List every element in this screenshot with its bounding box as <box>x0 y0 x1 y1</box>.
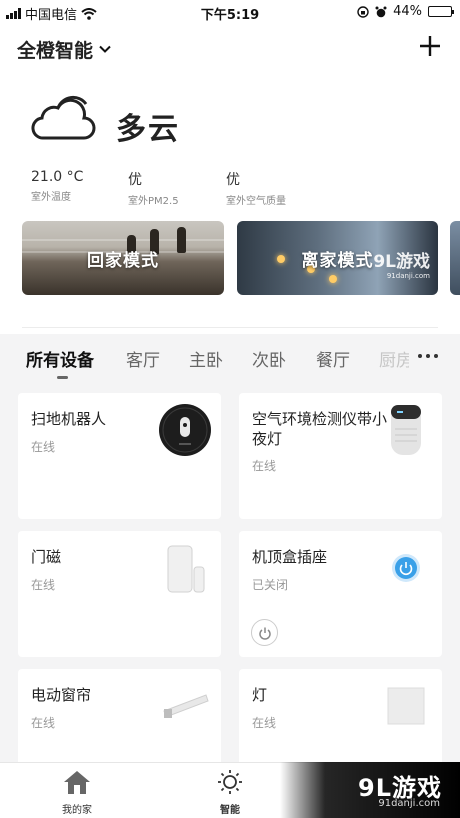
robot-vacuum-icon <box>159 404 211 456</box>
cloud-icon <box>31 95 96 140</box>
nav-smart[interactable]: 智能 <box>195 769 265 816</box>
home-header-section: 全橙智能 多云 21.0 °C 室外温度 优 室外PM2.5 优 室外空气质量 … <box>0 24 460 334</box>
smart-plug-icon <box>392 554 420 582</box>
weather-condition: 多云 <box>116 112 180 147</box>
scene-card-home[interactable]: 回家模式 <box>22 221 224 295</box>
home-selector[interactable]: 全橙智能 <box>17 36 111 63</box>
alarm-icon <box>375 6 387 17</box>
device-status: 在线 <box>31 578 56 592</box>
nav-label: 智能 <box>220 805 240 816</box>
device-status: 在线 <box>31 440 56 454</box>
device-card-air-monitor[interactable]: 空气环境检测仪带小夜灯 在线 <box>239 393 442 519</box>
metric-label: 室外空气质量 <box>226 196 286 207</box>
sun-icon <box>218 770 242 794</box>
status-bar: 中国电信 下午5:19 44% <box>0 0 460 24</box>
device-name: 扫地机器人 <box>31 410 107 428</box>
device-card-tv-box-socket[interactable]: 机顶盒插座 已关闭 <box>239 531 442 657</box>
watermark-url: 91danji.com <box>378 798 440 809</box>
section-divider <box>22 327 438 328</box>
tab-indicator <box>57 376 68 379</box>
device-status: 在线 <box>252 459 277 473</box>
device-name: 门磁 <box>31 548 62 566</box>
battery-percent: 44% <box>393 4 422 19</box>
room-tabs: 所有设备 客厅 主卧 次卧 餐厅 厨房 <box>0 334 460 384</box>
metric-label: 室外温度 <box>31 192 71 203</box>
device-status: 已关闭 <box>252 578 289 592</box>
metric-value: 优 <box>128 172 142 188</box>
rotation-lock-icon <box>357 5 369 18</box>
scene-card-partial[interactable] <box>450 221 460 295</box>
door-sensor-icon <box>167 545 205 593</box>
watermark-url: 91danji.com <box>386 272 430 280</box>
nav-my-home[interactable]: 我的家 <box>42 769 112 816</box>
metric-temperature: 21.0 °C 室外温度 <box>31 169 83 203</box>
device-card-door-sensor[interactable]: 门磁 在线 <box>18 531 221 657</box>
watermark-brand: 9L游戏 <box>373 252 430 272</box>
device-name: 电动窗帘 <box>31 686 92 704</box>
tab-kitchen[interactable]: 厨房 <box>379 346 409 371</box>
more-icon[interactable] <box>418 354 438 358</box>
tab-dining-room[interactable]: 餐厅 <box>316 346 350 371</box>
battery-icon <box>428 6 454 17</box>
chevron-down-icon <box>99 45 111 53</box>
metric-value: 优 <box>226 172 240 188</box>
device-card-robot-vacuum[interactable]: 扫地机器人 在线 <box>18 393 221 519</box>
tab-second-bedroom[interactable]: 次卧 <box>252 346 286 371</box>
home-name: 全橙智能 <box>17 40 94 62</box>
light-switch-icon <box>387 687 425 725</box>
metric-air-quality: 优 室外空气质量 <box>226 169 286 207</box>
metric-pm25: 优 室外PM2.5 <box>128 169 179 207</box>
watermark-overlay: 9L游戏 91danji.com <box>280 762 460 818</box>
status-right: 44% <box>357 4 454 19</box>
tab-master-bedroom[interactable]: 主卧 <box>189 346 223 371</box>
nav-label: 我的家 <box>62 805 92 816</box>
air-monitor-icon <box>391 405 421 455</box>
power-icon <box>258 627 271 640</box>
tab-living-room[interactable]: 客厅 <box>126 346 160 371</box>
metric-label: 室外PM2.5 <box>128 196 179 207</box>
scene-card-away[interactable]: 离家模式 9L游戏 91danji.com <box>237 221 438 295</box>
add-device-button[interactable] <box>416 32 444 60</box>
device-name: 机顶盒插座 <box>252 548 328 566</box>
watermark-small: 9L游戏 91danji.com <box>373 247 430 280</box>
device-name: 灯 <box>252 686 268 704</box>
power-toggle-button[interactable] <box>251 619 278 646</box>
device-name: 空气环境检测仪带小夜灯 <box>252 410 388 448</box>
home-icon <box>64 771 90 794</box>
scene-label: 回家模式 <box>87 251 159 271</box>
curtain-motor-icon <box>163 694 209 718</box>
tab-all-devices[interactable]: 所有设备 <box>26 346 94 371</box>
device-status: 在线 <box>31 716 56 730</box>
device-status: 在线 <box>252 716 277 730</box>
metric-value: 21.0 °C <box>31 169 84 185</box>
